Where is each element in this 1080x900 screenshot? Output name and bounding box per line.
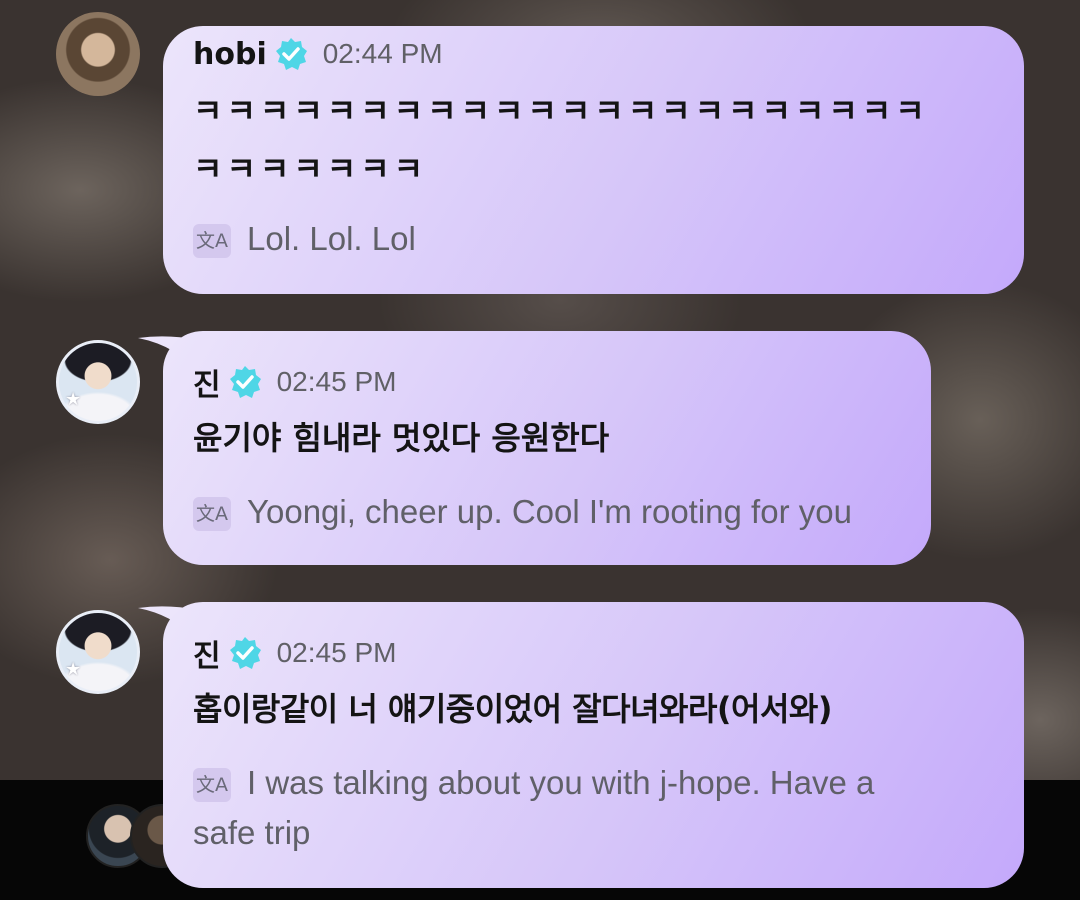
message-time: 02:44 PM bbox=[322, 38, 443, 69]
hobi-avatar[interactable] bbox=[56, 12, 140, 96]
jin-avatar[interactable]: ★ bbox=[56, 610, 140, 694]
message-time: 02:45 PM bbox=[276, 366, 397, 397]
message-text: 홉이랑같이 너 얘기중이었어 잘다녀와라(어서와) bbox=[193, 690, 832, 728]
message-text: ㅋㅋㅋㅋㅋㅋㅋㅋㅋㅋㅋㅋㅋㅋㅋㅋㅋㅋㅋㅋㅋㅋ bbox=[193, 92, 929, 130]
message-bubble[interactable]: 진 02:45 PM 윤기야 힘내라 멋있다 응원한다 文A Yoongi, ch… bbox=[163, 331, 931, 565]
translation-text: Yoongi, cheer up. Cool I'm rooting for y… bbox=[247, 493, 852, 530]
message-bubble[interactable]: 진 02:45 PM 홉이랑같이 너 얘기중이었어 잘다녀와라(어서와) 文A I… bbox=[163, 602, 1024, 888]
verified-badge-icon bbox=[229, 637, 261, 669]
message-header: 진 02:45 PM bbox=[193, 626, 994, 680]
translate-icon[interactable]: 文A bbox=[193, 224, 231, 258]
sender-name[interactable]: 진 bbox=[193, 631, 221, 675]
star-icon: ★ bbox=[65, 389, 82, 410]
verified-badge-icon bbox=[275, 38, 307, 70]
translation-text-continued: safe trip bbox=[193, 814, 311, 851]
translation-text: I was talking about you with j-hope. Hav… bbox=[247, 764, 875, 801]
message-text-continued: ㅋㅋㅋㅋㅋㅋㅋ bbox=[193, 150, 428, 188]
sender-name[interactable]: hobi bbox=[193, 37, 267, 72]
star-icon: ★ bbox=[65, 659, 82, 680]
message-header: 진 02:45 PM bbox=[193, 355, 901, 409]
message-time: 02:45 PM bbox=[276, 637, 397, 668]
message-header: hobi 02:44 PM bbox=[193, 26, 994, 82]
message-translation-row: 文A I was talking about you with j-hope. H… bbox=[193, 758, 994, 808]
jin-avatar[interactable]: ★ bbox=[56, 340, 140, 424]
translate-icon[interactable]: 文A bbox=[193, 768, 231, 802]
translation-text: Lol. Lol. Lol bbox=[247, 220, 416, 257]
message-bubble[interactable]: hobi 02:44 PM ㅋㅋㅋㅋㅋㅋㅋㅋㅋㅋㅋㅋㅋㅋㅋㅋㅋㅋㅋㅋㅋㅋ ㅋㅋㅋ… bbox=[163, 26, 1024, 294]
translate-icon[interactable]: 文A bbox=[193, 497, 231, 531]
verified-badge-icon bbox=[229, 366, 261, 398]
message-translation-row: 文A Yoongi, cheer up. Cool I'm rooting for… bbox=[193, 487, 901, 537]
sender-name[interactable]: 진 bbox=[193, 360, 221, 404]
message-translation-row: 文A Lol. Lol. Lol bbox=[193, 214, 994, 264]
message-text: 윤기야 힘내라 멋있다 응원한다 bbox=[193, 419, 610, 457]
